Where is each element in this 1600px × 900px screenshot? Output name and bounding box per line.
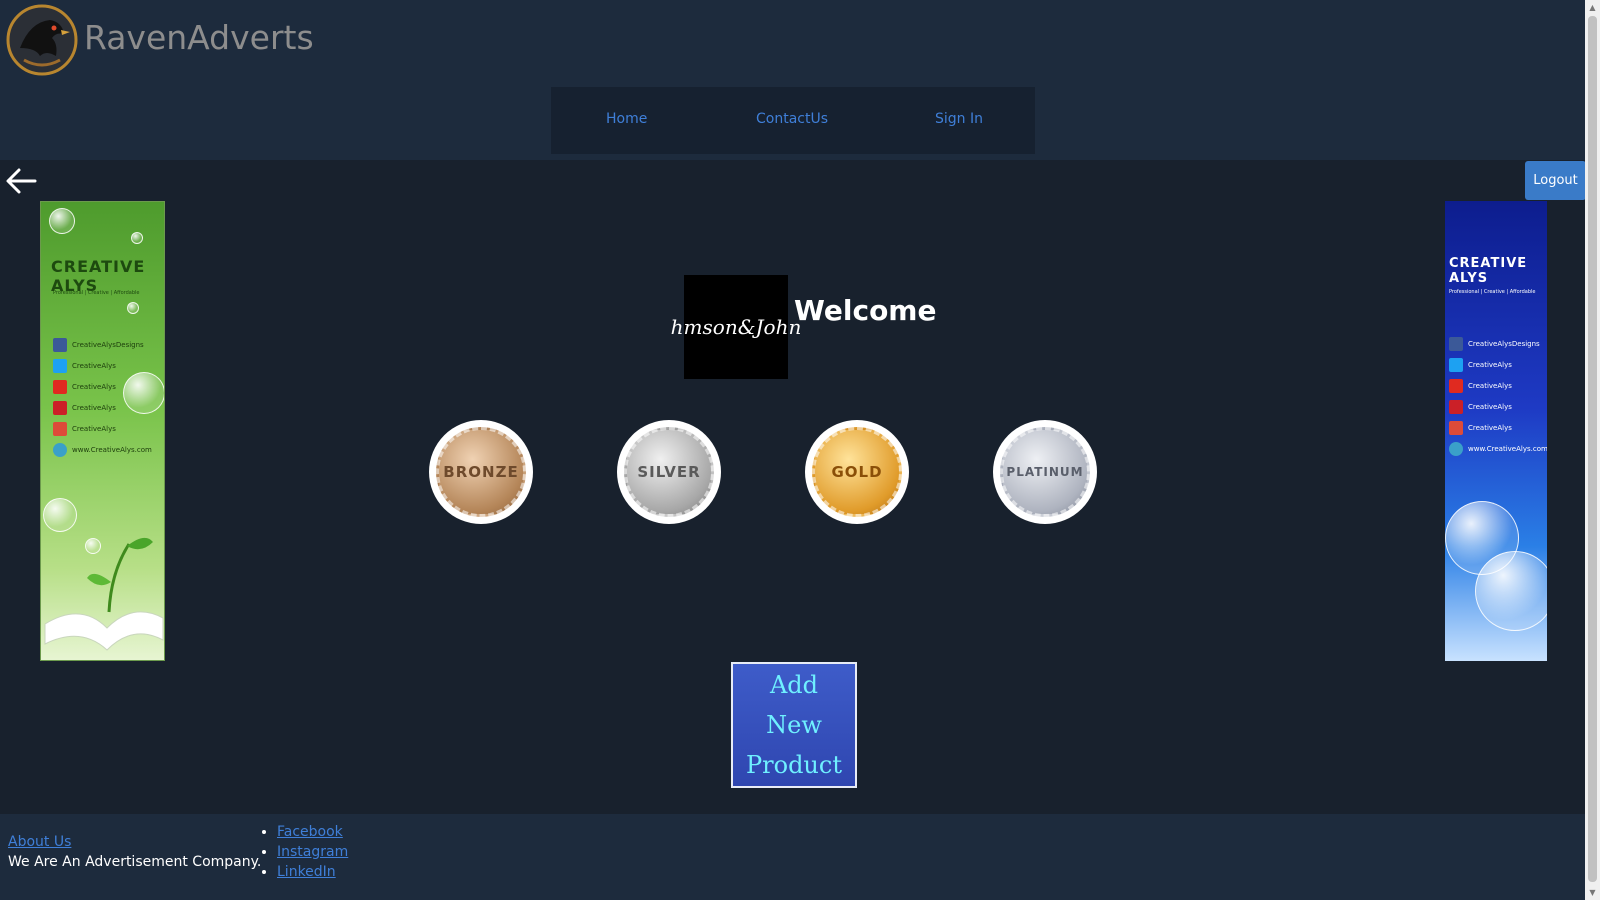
ad-banner-left[interactable]: CREATIVE ALYS Professional | Creative | … <box>40 201 165 661</box>
scroll-down-icon[interactable]: ▼ <box>1585 885 1600 900</box>
pinterest-icon <box>53 400 67 415</box>
ad-banner-right[interactable]: CREATIVE ALYS Professional | Creative | … <box>1445 201 1547 661</box>
list-item: CreativeAlys <box>53 397 152 418</box>
globe-icon <box>1449 441 1463 456</box>
google-plus-icon <box>53 421 67 436</box>
list-item: CreativeAlys <box>53 418 152 439</box>
linkedin-link[interactable]: LinkedIn <box>277 864 336 880</box>
list-item: CreativeAlys <box>1449 354 1547 375</box>
bronze-medal-button[interactable]: BRONZE <box>429 420 533 524</box>
twitter-icon <box>53 358 67 373</box>
bubble-decoration <box>127 302 139 314</box>
tier-medals: BRONZE SILVER GOLD PLATINUM <box>429 420 1099 524</box>
raven-logo-icon[interactable] <box>6 4 78 76</box>
social-links: Facebook Instagram LinkedIn <box>261 824 348 884</box>
book-plant-icon <box>44 537 164 651</box>
gold-medal-button[interactable]: GOLD <box>805 420 909 524</box>
list-item: LinkedIn <box>277 864 348 884</box>
add-new-product-button[interactable]: Add New Product <box>731 662 857 788</box>
ad-contact-list: CreativeAlysDesigns CreativeAlys Creativ… <box>53 334 152 460</box>
list-item: www.CreativeAlys.com <box>53 439 152 460</box>
nav-sign-in[interactable]: Sign In <box>935 111 983 127</box>
brand-name: RavenAdverts <box>84 18 314 57</box>
welcome-section: hmson&John Welcome <box>671 275 937 379</box>
youtube-icon <box>53 379 67 394</box>
vertical-scrollbar[interactable]: ▲ ▼ <box>1585 0 1600 900</box>
welcome-heading: Welcome <box>794 293 937 327</box>
facebook-icon <box>1449 336 1463 351</box>
twitter-icon <box>1449 357 1463 372</box>
footer-tagline: We Are An Advertisement Company. <box>8 854 262 870</box>
google-plus-icon <box>1449 420 1463 435</box>
list-item: CreativeAlysDesigns <box>1449 333 1547 354</box>
list-item: CreativeAlysDesigns <box>53 334 152 355</box>
instagram-link[interactable]: Instagram <box>277 844 348 860</box>
ad-contact-list: CreativeAlysDesigns CreativeAlys Creativ… <box>1449 333 1547 459</box>
client-logo: hmson&John <box>671 275 801 379</box>
list-item: Facebook <box>277 824 348 844</box>
list-item: CreativeAlys <box>1449 417 1547 438</box>
pinterest-icon <box>1449 399 1463 414</box>
nav-contactus[interactable]: ContactUs <box>756 111 828 127</box>
globe-decoration <box>1475 551 1547 631</box>
youtube-icon <box>1449 378 1463 393</box>
facebook-icon <box>53 337 67 352</box>
back-arrow-icon[interactable] <box>4 166 38 196</box>
silver-medal-button[interactable]: SILVER <box>617 420 721 524</box>
ad-brand: CREATIVE ALYS <box>1449 256 1528 286</box>
bubble-decoration <box>49 208 75 234</box>
platinum-medal-button[interactable]: PLATINUM <box>993 420 1097 524</box>
list-item: CreativeAlys <box>1449 375 1547 396</box>
about-us-link[interactable]: About Us <box>8 834 71 850</box>
list-item: CreativeAlys <box>1449 396 1547 417</box>
list-item: Instagram <box>277 844 348 864</box>
list-item: CreativeAlys <box>53 355 152 376</box>
list-item: CreativeAlys <box>53 376 152 397</box>
scroll-up-icon[interactable]: ▲ <box>1585 0 1600 15</box>
list-item: www.CreativeAlys.com <box>1449 438 1547 459</box>
bubble-decoration <box>131 232 143 244</box>
main-nav: Home ContactUs Sign In <box>551 87 1035 154</box>
logout-button[interactable]: Logout <box>1525 161 1586 200</box>
nav-home[interactable]: Home <box>606 111 647 127</box>
scrollbar-thumb[interactable] <box>1588 16 1597 882</box>
ad-tagline: Professional | Creative | Affordable <box>1449 289 1536 295</box>
bubble-decoration <box>43 498 77 532</box>
ad-tagline: Professional | Creative | Affordable <box>53 290 140 296</box>
site-footer: About Us We Are An Advertisement Company… <box>0 814 1585 900</box>
globe-icon <box>53 442 67 457</box>
facebook-link[interactable]: Facebook <box>277 824 343 840</box>
site-header: RavenAdverts Home ContactUs Sign In <box>0 0 1585 160</box>
